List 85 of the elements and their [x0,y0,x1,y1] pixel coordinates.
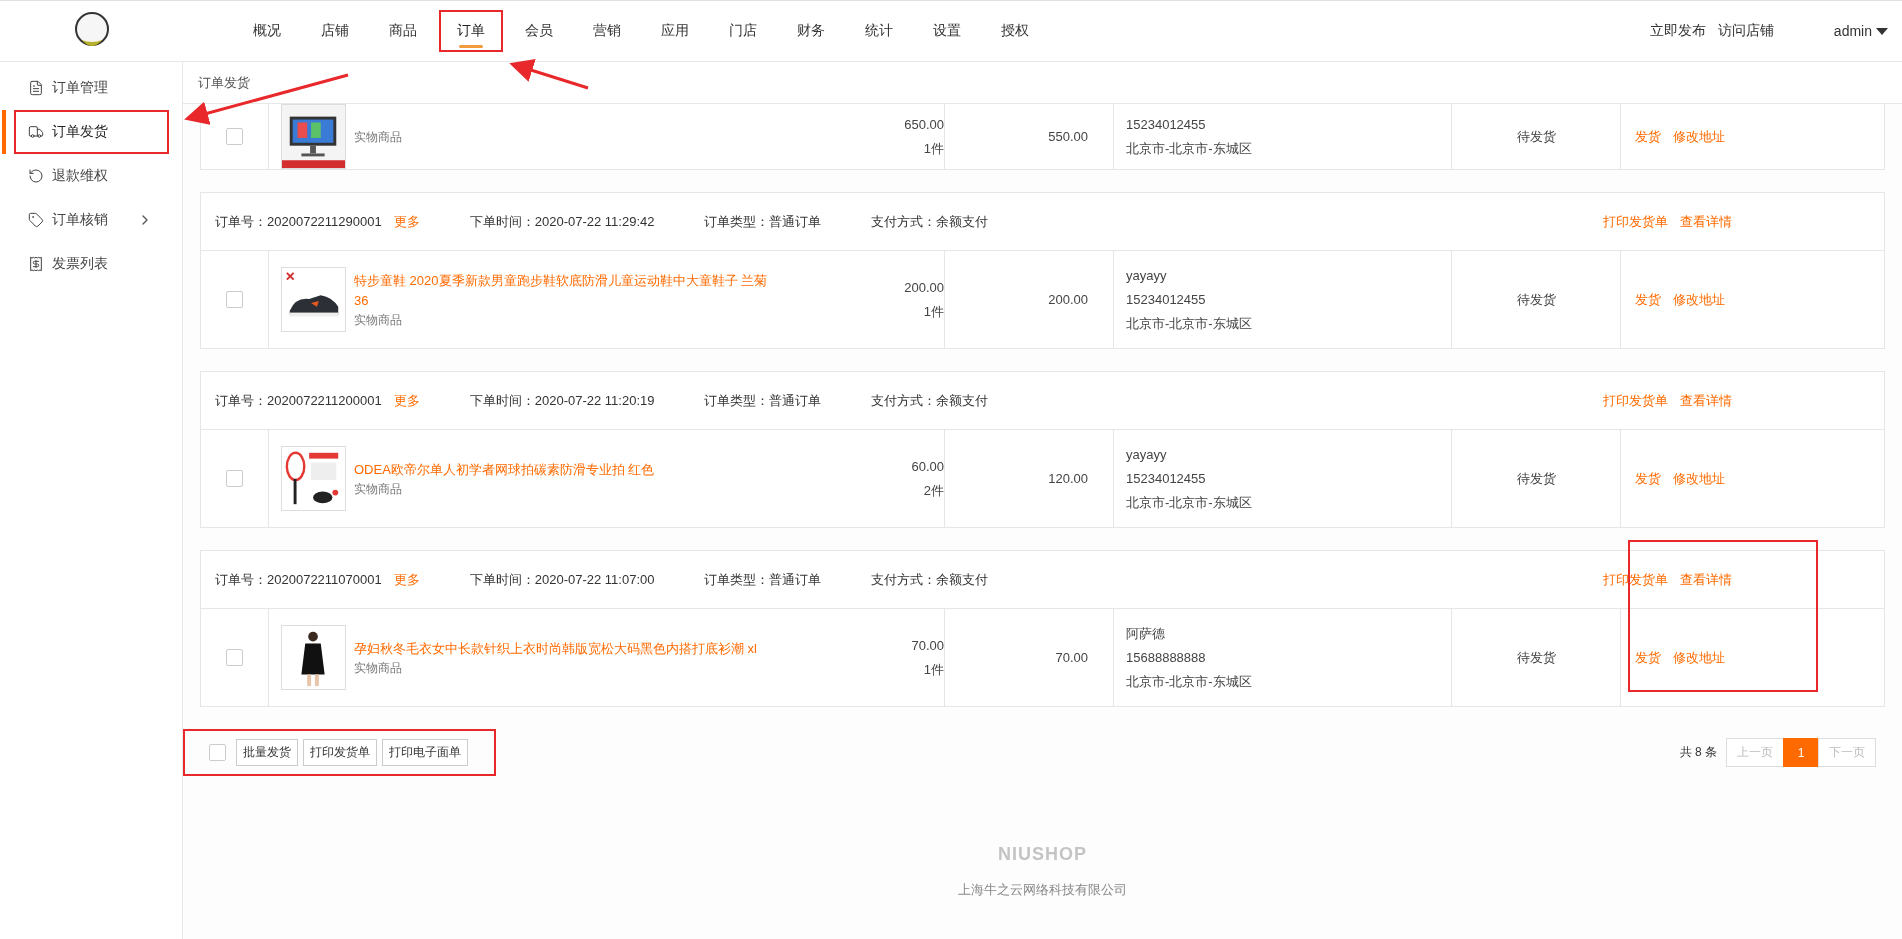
product-type: 实物商品 [354,311,403,329]
payment-method: 支付方式：余额支付 [871,391,989,410]
unit-price: 60.00 [911,457,944,476]
batch-button[interactable]: 打印电子面单 [382,739,468,766]
nav-tab[interactable]: 店铺 [301,8,369,54]
product-type: 实物商品 [354,659,403,677]
footer-logo: NIUSHOP [998,844,1087,865]
header-link[interactable]: 立即发布 [1649,22,1706,40]
unit-price: 650.00 [904,115,944,134]
order-number: 订单号：2020072211290001 [215,212,382,231]
order-type: 订单类型：普通订单 [704,391,822,410]
sidebar-label: 发票列表 [52,255,108,273]
header-link[interactable]: 访问店铺 [1717,22,1774,40]
sidebar-label: 订单管理 [52,79,108,97]
breadcrumb: 订单发货 [198,73,250,92]
sidebar-item[interactable]: 发票列表 [14,242,169,286]
nav-tab[interactable]: 财务 [777,8,845,54]
company-name: 上海牛之云网络科技有限公司 [958,881,1127,899]
truck-icon [28,124,44,140]
unit-price: 70.00 [911,636,944,655]
product-type: 实物商品 [354,480,403,498]
sidebar-item[interactable]: 退款维权 [14,154,169,198]
order-type: 订单类型：普通订单 [704,212,822,231]
order-total: 120.00 [1048,469,1088,488]
nav-tab[interactable]: 门店 [709,8,777,54]
nav-tab[interactable]: 商品 [369,8,437,54]
nav-tab[interactable]: 订单 [437,8,505,54]
receipt-icon [28,256,44,272]
nav-tab[interactable]: 应用 [641,8,709,54]
sidebar-label: 订单发货 [52,123,108,141]
caret-icon [1876,27,1888,35]
buyer-address: 北京市-北京市-东城区 [1126,139,1252,158]
quantity: 1件 [923,660,944,679]
sidebar-label: 订单核销 [52,211,108,229]
order-time: 下单时间：2020-07-22 11:07:00 [469,570,655,589]
checkbox[interactable] [226,128,243,145]
order-number: 订单号：2020072211200001 [215,391,382,410]
buyer-address: 北京市-北京市-东城区 [1126,493,1252,512]
quantity: 1件 [923,139,944,158]
buyer-address: 北京市-北京市-东城区 [1126,672,1252,691]
batch-button[interactable]: 打印发货单 [303,739,377,766]
checkbox[interactable] [226,291,243,308]
quantity: 2件 [923,481,944,500]
nav-tab[interactable]: 授权 [981,8,1049,54]
buyer-phone: 15234012455 [1126,469,1206,488]
payment-method: 支付方式：余额支付 [871,570,989,589]
order-time: 下单时间：2020-07-22 11:20:19 [469,391,655,410]
buyer-phone: 15688888888 [1126,648,1206,667]
order-type: 订单类型：普通订单 [704,570,822,589]
buyer-phone: 15234012455 [1126,290,1206,309]
product-type: 实物商品 [354,128,402,146]
nav-tab[interactable]: 会员 [505,8,573,54]
nav-tab[interactable]: 设置 [913,8,981,54]
buyer-name: yayayy [1126,445,1167,464]
refund-icon [28,168,44,184]
quantity: 1件 [923,302,944,321]
order-time: 下单时间：2020-07-22 11:29:42 [469,212,655,231]
checkbox[interactable] [226,470,243,487]
sidebar-item[interactable]: 订单核销 [14,198,169,242]
buyer-phone: 15234012455 [1126,115,1206,134]
nav-tab[interactable]: 统计 [845,8,913,54]
order-total: 550.00 [1048,127,1088,146]
order-number: 订单号：2020072211070001 [215,570,382,589]
total-count: 共 8 条 [1679,744,1717,761]
order-total: 200.00 [1048,290,1088,309]
buyer-name: 阿萨德 [1126,624,1165,643]
nav-tab[interactable]: 概况 [233,8,301,54]
unit-price: 200.00 [904,278,944,297]
select-all-checkbox[interactable] [209,744,226,761]
order-status: 待发货 [1516,469,1556,488]
nav-tab[interactable]: 营销 [573,8,641,54]
order-status: 待发货 [1516,290,1556,309]
user-menu[interactable]: admin [1833,23,1888,39]
order-total: 70.00 [1055,648,1088,667]
order-status: 待发货 [1516,648,1556,667]
checkbox[interactable] [226,649,243,666]
document-icon [28,80,44,96]
sidebar-label: 退款维权 [52,167,108,185]
batch-button[interactable]: 批量发货 [236,739,298,766]
buyer-name: yayayy [1126,266,1167,285]
order-status: 待发货 [1516,127,1556,146]
payment-method: 支付方式：余额支付 [871,212,989,231]
sidebar-item[interactable]: 订单管理 [14,66,169,110]
tag-icon [28,212,44,228]
buyer-address: 北京市-北京市-东城区 [1126,314,1252,333]
